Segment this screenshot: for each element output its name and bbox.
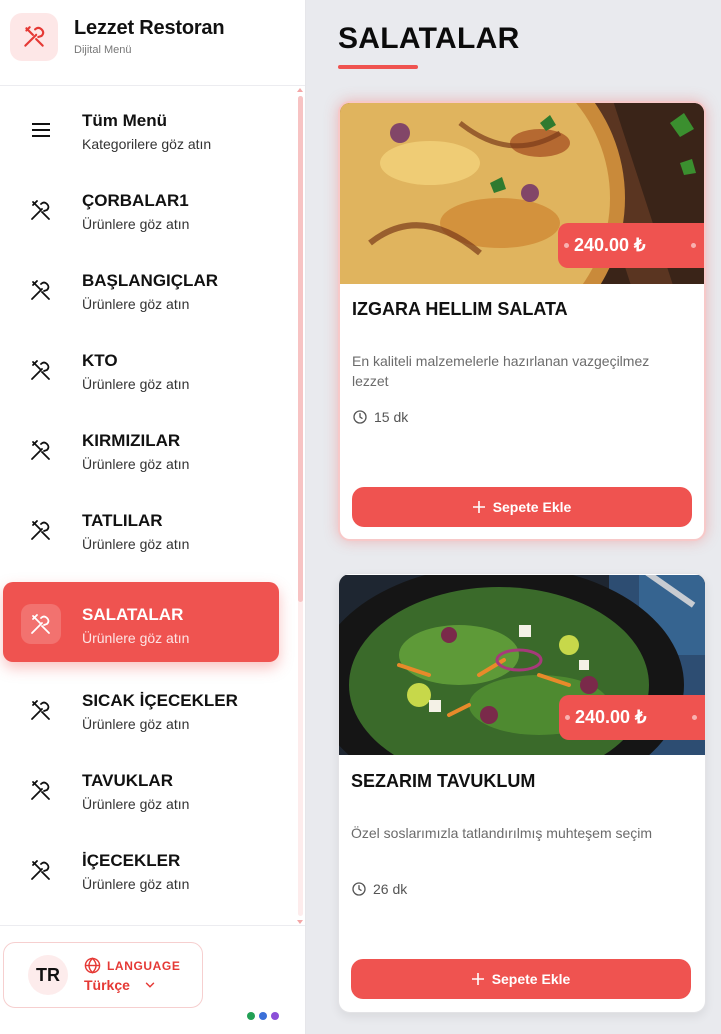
utensils-icon [21,350,61,390]
sidebar: Lezzet Restoran Dijital Menü Tüm Menü Ka… [0,0,306,1034]
language-value: Türkçe [84,977,130,993]
plus-icon [472,501,485,513]
utensils-icon [21,850,61,890]
menu-item-subtitle: Ürünlere göz atın [82,456,190,472]
clock-icon [353,410,367,424]
menu-item-icecekler[interactable]: İÇECEKLER Ürünlere göz atın [3,828,279,908]
utensils-icon [21,510,61,550]
menu-item-title: BAŞLANGIÇLAR [82,271,218,290]
utensils-icon [21,770,61,810]
restaurant-logo-icon [10,13,58,61]
product-card[interactable]: 240.00 ₺ IZGARA HELLIM SALATA En kalitel… [338,101,706,541]
chevron-down-icon [145,982,155,988]
plus-icon [471,973,484,985]
price-value: 240.00 ₺ [575,707,647,727]
menu-item-salatalar[interactable]: SALATALAR Ürünlere göz atın [3,582,279,662]
price-dot-left [564,243,569,248]
price-dot-right [691,243,696,248]
menu-item-baslangiclar[interactable]: BAŞLANGIÇLAR Ürünlere göz atın [3,248,279,328]
brand-header: Lezzet Restoran Dijital Menü [0,0,305,86]
menu-item-tum-menu[interactable]: Tüm Menü Kategorilere göz atın [3,88,279,168]
menu-item-subtitle: Ürünlere göz atın [82,536,190,552]
menu-item-subtitle: Ürünlere göz atın [82,876,190,892]
status-dot-green [247,1012,255,1020]
add-to-cart-button[interactable]: Sepete Ekle [351,959,691,999]
product-description: Özel soslarımızla tatlandırılmış muhteşe… [351,825,653,841]
menu-item-kirmizilar[interactable]: KIRMIZILAR Ürünlere göz atın [3,408,279,488]
menu-item-title: Tüm Menü [82,111,167,130]
page-title: SALATALAR [338,22,520,55]
add-to-cart-label: Sepete Ekle [492,499,572,515]
menu-scrollbar[interactable] [297,88,303,924]
status-dot-blue [259,1012,267,1020]
category-menu: Tüm Menü Kategorilere göz atın ÇORBALAR1… [0,88,296,924]
add-to-cart-button[interactable]: Sepete Ekle [352,487,692,527]
language-label: LANGUAGE [107,959,181,973]
product-image: 240.00 ₺ [340,103,704,284]
price-badge: 240.00 ₺ [558,223,704,268]
menu-item-subtitle: Kategorilere göz atın [82,136,212,152]
language-selector[interactable]: TR LANGUAGE Türkçe [3,942,203,1008]
menu-item-corbalar1[interactable]: ÇORBALAR1 Ürünlere göz atın [3,168,279,248]
menu-item-title: SALATALAR [82,605,184,624]
product-name: IZGARA HELLIM SALATA [352,299,568,319]
menu-item-kto[interactable]: KTO Ürünlere göz atın [3,328,279,408]
menu-item-title: SICAK İÇECEKLER [82,691,238,710]
scroll-up-arrow-icon[interactable] [297,88,303,92]
menu-item-title: TAVUKLAR [82,771,173,790]
prep-time: 15 dk [352,409,408,425]
menu-item-title: KTO [82,351,118,370]
menu-item-subtitle: Ürünlere göz atın [82,296,190,312]
title-underline [338,65,418,69]
menu-item-title: ÇORBALAR1 [82,191,189,210]
menu-item-subtitle: Ürünlere göz atın [82,630,190,646]
product-name: SEZARIM TAVUKLUM [351,771,536,791]
utensils-icon [21,190,61,230]
menu-item-sicak-icecekler[interactable]: SICAK İÇECEKLER Ürünlere göz atın [3,668,279,748]
clock-icon [352,882,366,896]
hamburger-menu-icon [21,110,61,150]
status-dot-purple [271,1012,279,1020]
utensils-icon [21,604,61,644]
scroll-thumb[interactable] [298,96,303,602]
menu-item-subtitle: Ürünlere göz atın [82,796,190,812]
scroll-down-arrow-icon[interactable] [297,920,303,924]
menu-item-subtitle: Ürünlere göz atın [82,376,190,392]
price-dot-left [565,715,570,720]
status-dots [247,1012,279,1020]
product-description: En kaliteli malzemelerle hazırlanan vazg… [352,353,650,389]
menu-item-subtitle: Ürünlere göz atın [82,716,190,732]
price-badge: 240.00 ₺ [559,695,705,740]
prep-time: 26 dk [351,881,407,897]
sidebar-footer: TR LANGUAGE Türkçe [0,925,305,1034]
menu-item-tatlilar[interactable]: TATLILAR Ürünlere göz atın [3,488,279,568]
menu-item-tavuklar[interactable]: TAVUKLAR Ürünlere göz atın [3,748,279,828]
globe-icon [84,957,101,974]
brand-title: Lezzet Restoran [74,17,225,39]
utensils-icon [21,690,61,730]
product-card[interactable]: 240.00 ₺ SEZARIM TAVUKLUM Özel soslarımı… [338,573,706,1013]
language-code-badge: TR [28,955,68,995]
utensils-icon [21,430,61,470]
prep-time-value: 26 dk [373,881,408,897]
menu-item-title: KIRMIZILAR [82,431,181,450]
product-image: 240.00 ₺ [339,575,705,755]
prep-time-value: 15 dk [374,409,409,425]
menu-item-title: TATLILAR [82,511,163,530]
brand-subtitle: Dijital Menü [74,44,132,56]
add-to-cart-label: Sepete Ekle [491,971,571,987]
price-value: 240.00 ₺ [574,235,646,255]
menu-item-title: İÇECEKLER [82,851,181,870]
menu-item-subtitle: Ürünlere göz atın [82,216,190,232]
utensils-icon [21,270,61,310]
price-dot-right [692,715,697,720]
